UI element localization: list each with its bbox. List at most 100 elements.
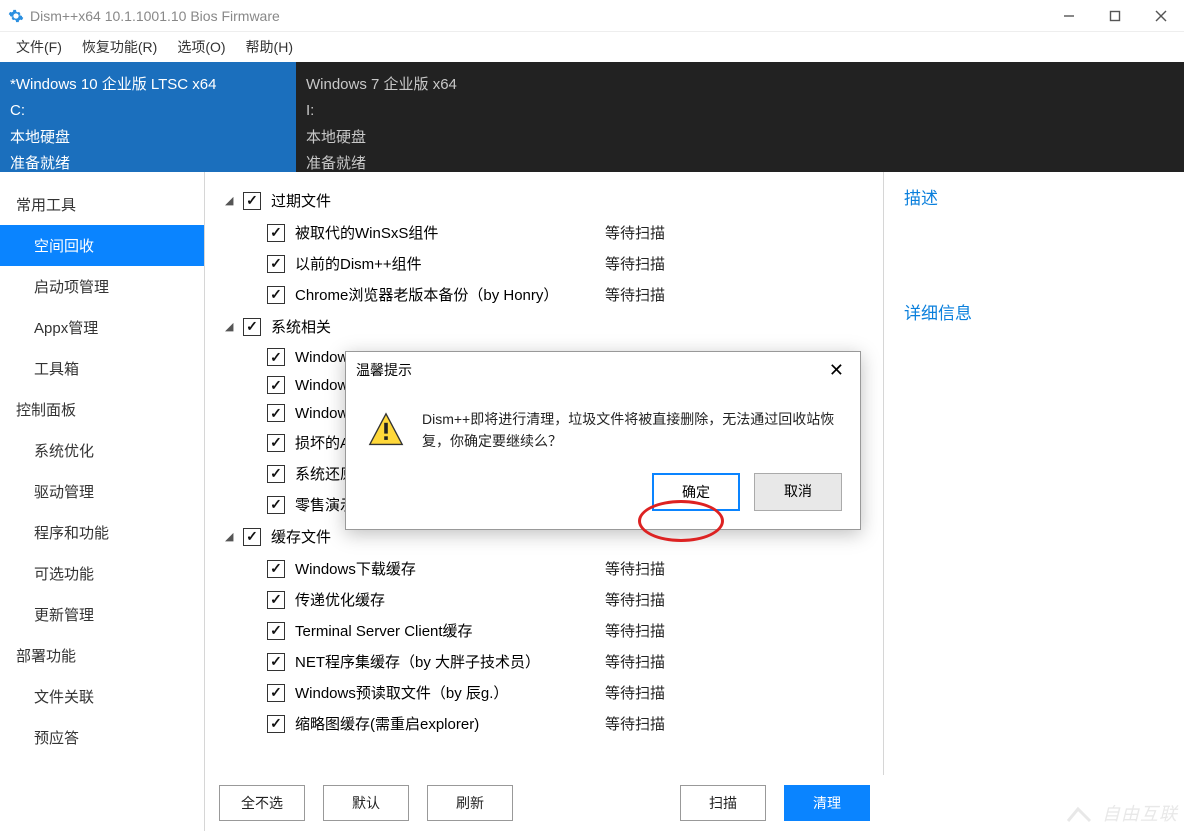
- menu-restore[interactable]: 恢复功能(R): [72, 33, 167, 61]
- os-drive: C:: [10, 98, 286, 124]
- tree-group[interactable]: ◢ ✓ 过期文件: [205, 184, 883, 217]
- tree-item[interactable]: ✓ NET程序集缓存（by 大胖子技术员）等待扫描: [205, 646, 883, 677]
- sidebar-item[interactable]: 预应答: [0, 717, 204, 758]
- dialog-message: Dism++即将进行清理，垃圾文件将被直接删除，无法通过回收站恢复，你确定要继续…: [422, 408, 838, 453]
- item-status: 等待扫描: [605, 589, 665, 610]
- menu-help[interactable]: 帮助(H): [236, 33, 303, 61]
- item-status: 等待扫描: [605, 651, 665, 672]
- checkbox[interactable]: ✓: [267, 560, 285, 578]
- os-disk: 本地硬盘: [10, 125, 286, 151]
- os-drive: I:: [306, 98, 582, 124]
- menu-file[interactable]: 文件(F): [6, 33, 72, 61]
- sidebar-item[interactable]: 启动项管理: [0, 266, 204, 307]
- checkbox[interactable]: ✓: [267, 591, 285, 609]
- scan-button[interactable]: 扫描: [680, 785, 766, 821]
- item-label: Terminal Server Client缓存: [295, 620, 605, 641]
- checkbox[interactable]: ✓: [267, 496, 285, 514]
- item-label: 以前的Dism++组件: [295, 253, 605, 274]
- item-label: 被取代的WinSxS组件: [295, 222, 605, 243]
- tree-item[interactable]: ✓ 传递优化缓存等待扫描: [205, 584, 883, 615]
- checkbox[interactable]: ✓: [243, 528, 261, 546]
- sidebar-heading: 部署功能: [0, 635, 204, 676]
- checkbox[interactable]: ✓: [267, 653, 285, 671]
- item-status: 等待扫描: [605, 284, 665, 305]
- expand-icon[interactable]: ◢: [225, 194, 237, 207]
- expand-icon[interactable]: ◢: [225, 320, 237, 333]
- os-name: *Windows 10 企业版 LTSC x64: [10, 72, 286, 98]
- tree-item[interactable]: ✓Chrome浏览器老版本备份（by Honry）等待扫描: [205, 279, 883, 310]
- item-status: 等待扫描: [605, 558, 665, 579]
- app-icon: [8, 8, 24, 24]
- checkbox[interactable]: ✓: [267, 255, 285, 273]
- os-tab-0[interactable]: *Windows 10 企业版 LTSC x64 C: 本地硬盘 准备就绪: [0, 62, 296, 172]
- minimize-button[interactable]: [1046, 0, 1092, 32]
- dialog-close-button[interactable]: ✕: [823, 360, 850, 381]
- item-label: 传递优化缓存: [295, 589, 605, 610]
- sidebar-item[interactable]: 更新管理: [0, 594, 204, 635]
- checkbox[interactable]: ✓: [267, 434, 285, 452]
- tree-item[interactable]: ✓ 被取代的WinSxS组件等待扫描: [205, 217, 883, 248]
- os-disk: 本地硬盘: [306, 125, 582, 151]
- sidebar-item[interactable]: 文件关联: [0, 676, 204, 717]
- checkbox[interactable]: ✓: [267, 224, 285, 242]
- detail-heading: 详细信息: [904, 299, 1164, 324]
- sidebar-item[interactable]: 系统优化: [0, 430, 204, 471]
- dialog-cancel-button[interactable]: 取消: [754, 473, 842, 511]
- checkbox[interactable]: ✓: [267, 715, 285, 733]
- item-label: NET程序集缓存（by 大胖子技术员）: [295, 651, 605, 672]
- titlebar: Dism++x64 10.1.1001.10 Bios Firmware: [0, 0, 1184, 32]
- window-title: Dism++x64 10.1.1001.10 Bios Firmware: [30, 8, 280, 24]
- tree-item[interactable]: ✓ Windows预读取文件（by 辰g.）等待扫描: [205, 677, 883, 708]
- refresh-button[interactable]: 刷新: [427, 785, 513, 821]
- deselect-all-button[interactable]: 全不选: [219, 785, 305, 821]
- expand-icon[interactable]: ◢: [225, 530, 237, 543]
- sidebar-item[interactable]: 驱动管理: [0, 471, 204, 512]
- clean-button[interactable]: 清理: [784, 785, 870, 821]
- checkbox[interactable]: ✓: [267, 286, 285, 304]
- item-label: 缩略图缓存(需重启explorer): [295, 713, 605, 734]
- checkbox[interactable]: ✓: [267, 376, 285, 394]
- os-tab-1[interactable]: Windows 7 企业版 x64 I: 本地硬盘 准备就绪: [296, 62, 592, 172]
- desc-heading: 描述: [904, 184, 1164, 209]
- sidebar-item[interactable]: 程序和功能: [0, 512, 204, 553]
- menubar: 文件(F) 恢复功能(R) 选项(O) 帮助(H): [0, 32, 1184, 62]
- tree-item[interactable]: ✓ 以前的Dism++组件等待扫描: [205, 248, 883, 279]
- tree-item[interactable]: ✓ Terminal Server Client缓存等待扫描: [205, 615, 883, 646]
- tree-item[interactable]: ✓Windows下载缓存等待扫描: [205, 553, 883, 584]
- watermark: 自由互联: [1066, 800, 1178, 826]
- confirm-dialog: 温馨提示 ✕ Dism++即将进行清理，垃圾文件将被直接删除，无法通过回收站恢复…: [345, 351, 861, 530]
- tree-item[interactable]: ✓ 缩略图缓存(需重启explorer)等待扫描: [205, 708, 883, 739]
- sidebar-item[interactable]: 可选功能: [0, 553, 204, 594]
- menu-options[interactable]: 选项(O): [167, 33, 235, 61]
- tree-group[interactable]: ◢✓系统相关: [205, 310, 883, 343]
- checkbox[interactable]: ✓: [243, 192, 261, 210]
- item-status: 等待扫描: [605, 682, 665, 703]
- group-label: 过期文件: [271, 190, 331, 211]
- checkbox[interactable]: ✓: [267, 622, 285, 640]
- checkbox[interactable]: ✓: [267, 465, 285, 483]
- group-label: 缓存文件: [271, 526, 331, 547]
- os-name: Windows 7 企业版 x64: [306, 72, 582, 98]
- checkbox[interactable]: ✓: [267, 404, 285, 422]
- default-button[interactable]: 默认: [323, 785, 409, 821]
- dialog-title: 温馨提示: [356, 360, 412, 380]
- checkbox[interactable]: ✓: [243, 318, 261, 336]
- item-status: 等待扫描: [605, 222, 665, 243]
- right-panel: 描述 详细信息: [884, 172, 1184, 831]
- sidebar-item[interactable]: 工具箱: [0, 348, 204, 389]
- close-button[interactable]: [1138, 0, 1184, 32]
- item-status: 等待扫描: [605, 620, 665, 641]
- item-label: Windows预读取文件（by 辰g.）: [295, 682, 605, 703]
- sidebar-heading: 控制面板: [0, 389, 204, 430]
- checkbox[interactable]: ✓: [267, 348, 285, 366]
- item-status: 等待扫描: [605, 713, 665, 734]
- dialog-ok-button[interactable]: 确定: [652, 473, 740, 511]
- sidebar-item[interactable]: 空间回收: [0, 225, 204, 266]
- sidebar-heading: 常用工具: [0, 184, 204, 225]
- checkbox[interactable]: ✓: [267, 684, 285, 702]
- sidebar: 常用工具空间回收启动项管理Appx管理工具箱控制面板系统优化驱动管理程序和功能可…: [0, 172, 205, 831]
- item-status: 等待扫描: [605, 253, 665, 274]
- sidebar-item[interactable]: Appx管理: [0, 307, 204, 348]
- button-bar: 全不选 默认 刷新 扫描 清理: [205, 775, 884, 831]
- maximize-button[interactable]: [1092, 0, 1138, 32]
